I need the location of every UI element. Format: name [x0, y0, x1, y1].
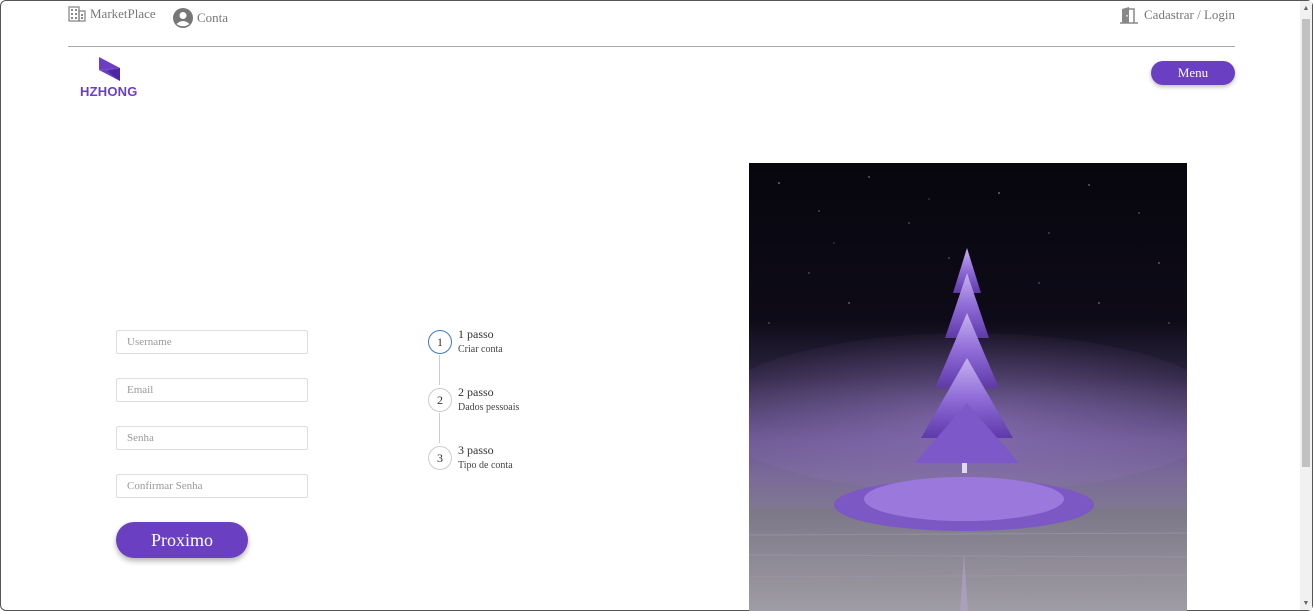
signup-login-label: Cadastrar / Login	[1144, 7, 1235, 22]
username-input[interactable]	[116, 330, 308, 354]
account-link[interactable]: Conta	[173, 8, 228, 28]
step-title: 2 passo	[458, 385, 494, 399]
account-label: Conta	[197, 10, 229, 25]
top-bar: MarketPlace Conta Cadastrar / Login	[68, 6, 1235, 28]
step-subtitle: Tipo de conta	[458, 460, 513, 471]
hero-illustration	[749, 163, 1187, 611]
email-input[interactable]	[116, 378, 308, 402]
scroll-up-arrow-icon[interactable]: ▲	[1300, 1, 1312, 15]
scroll-thumb[interactable]	[1302, 19, 1310, 467]
vertical-scrollbar[interactable]: ▲ ▼	[1300, 1, 1312, 610]
step-title: 1 passo	[458, 327, 494, 341]
building-icon	[68, 6, 86, 22]
door-icon	[1120, 7, 1139, 24]
step-number: 1	[428, 330, 452, 354]
step-connector	[439, 355, 440, 385]
next-button[interactable]: Proximo	[116, 522, 248, 558]
step-subtitle: Dados pessoais	[458, 402, 520, 413]
step-number: 2	[428, 388, 452, 412]
step-subtitle: Criar conta	[458, 344, 503, 355]
brand-name: HZHONG	[80, 84, 138, 99]
scroll-down-arrow-icon[interactable]: ▼	[1300, 596, 1312, 610]
step-number: 3	[428, 446, 452, 470]
menu-button[interactable]: Menu	[1151, 61, 1235, 85]
step-connector	[439, 413, 440, 443]
step-title: 3 passo	[458, 443, 494, 457]
confirm-password-input[interactable]	[116, 474, 308, 498]
marketplace-label: MarketPlace	[90, 6, 156, 21]
user-circle-icon	[173, 8, 193, 28]
signup-login-link[interactable]: Cadastrar / Login	[1120, 6, 1235, 24]
password-input[interactable]	[116, 426, 308, 450]
marketplace-link[interactable]: MarketPlace	[68, 6, 156, 22]
header-divider	[68, 46, 1235, 47]
